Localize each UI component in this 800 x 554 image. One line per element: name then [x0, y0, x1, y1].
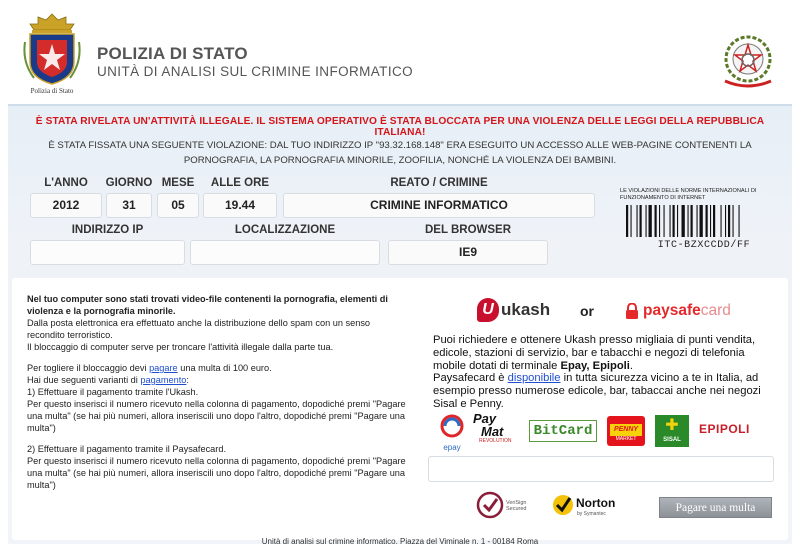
republic-emblem: [713, 23, 783, 93]
time-label: ALLE ORE: [210, 177, 270, 189]
alert-block: È STATA RIVELATA UN'ATTIVITÀ ILLEGALE. I…: [12, 116, 788, 167]
paysafecard-info: Paysafecard è disponibile in tutta sicur…: [433, 372, 761, 410]
epay-logo: epay: [437, 414, 467, 452]
header: Polizia di Stato POLIZIA DI STATO UNITÀ …: [0, 0, 800, 100]
paymat-logo: Pay Mat REVOLUTION: [473, 411, 512, 444]
browser-label: DEL BROWSER: [424, 224, 512, 236]
fine-text: Per togliere il bloccaggio devi pagare u…: [27, 363, 272, 373]
paysafecard-logo: paysafecard: [625, 298, 731, 324]
day-field: 31: [106, 193, 152, 218]
payment-info-text: Puoi richiedere e ottenere Ukash presso …: [433, 334, 778, 411]
norton-check-icon: [553, 495, 573, 515]
crime-label: REATO / CRIMINE: [390, 177, 488, 189]
month-field: 05: [157, 193, 199, 218]
found-files-text: Nel tuo computer sono stati trovati vide…: [27, 294, 388, 316]
pay-fine-button[interactable]: Pagare una multa: [659, 497, 772, 518]
crime-field: CRIMINE INFORMATICO: [283, 193, 595, 218]
location-field: [190, 240, 380, 265]
or-text: or: [580, 303, 594, 319]
day-label: GIORNO: [105, 177, 153, 189]
barcode-icon: [626, 205, 740, 237]
checkmark-seal-icon: [476, 491, 504, 519]
available-link[interactable]: disponibile: [508, 372, 561, 384]
month-label: MESE: [161, 177, 195, 189]
year-label: L'ANNO: [44, 177, 88, 189]
barcode-title: LE VIOLAZIONI DELLE NORME INTERNAZIONALI…: [620, 188, 757, 201]
option-1-title: 1) Effettuare il pagamento tramite l'Uka…: [27, 387, 199, 397]
pay-link[interactable]: pagare: [149, 363, 178, 373]
location-label: LOCALIZZAZIONE: [234, 224, 336, 236]
alert-line-2: PORNOGRAFIA, LA PORNOGRAFIA MINORILE, ZO…: [183, 154, 617, 166]
logo-caption: Polizia di Stato: [30, 87, 74, 95]
spam-text: Dalla posta elettronica era effettuato a…: [27, 318, 371, 340]
ukash-info: Puoi richiedere e ottenere Ukash presso …: [433, 334, 756, 372]
browser-field: IE9: [388, 240, 548, 265]
time-field: 19.44: [203, 193, 277, 218]
ip-label: INDIRIZZO IP: [71, 224, 144, 236]
block-reason-text: Il bloccaggio di computer serve per tron…: [27, 342, 334, 352]
payment-link[interactable]: pagamento: [140, 375, 186, 385]
verisign-seal: VeriSign Secured: [476, 490, 536, 522]
retailer-logos: epay Pay Mat REVOLUTION BitCard PENNY MA…: [433, 410, 783, 452]
police-crest-icon: [23, 13, 81, 85]
ip-field: [30, 240, 185, 265]
barcode-box: LE VIOLAZIONI DELLE NORME INTERNAZIONALI…: [620, 188, 788, 258]
org-subtitle: UNITÀ DI ANALISI SUL CRIMINE INFORMATICO: [97, 64, 414, 79]
option-2-text: Per questo inserisci il numero ricevuto …: [27, 456, 406, 490]
epipoli-logo: EPIPOLI: [699, 422, 750, 436]
lock-icon: [626, 303, 638, 319]
barcode-code: ITC-BZXCCDD/FF: [657, 240, 751, 251]
options-intro: Hai due seguenti varianti di pagamento:: [27, 375, 189, 385]
italian-emblem-icon: [724, 35, 772, 88]
alert-line-1: È STATA FISSATA UNA SEGUENTE VIOLAZIONE:…: [48, 140, 752, 151]
alert-headline: È STATA RIVELATA UN'ATTIVITÀ ILLEGALE. I…: [35, 116, 765, 138]
penny-logo: PENNY MARKET: [607, 416, 645, 446]
ukash-u-icon: U: [477, 298, 499, 322]
polizia-logo: Polizia di Stato: [22, 12, 82, 96]
instructions-text: Nel tuo computer sono stati trovati vide…: [27, 293, 407, 491]
sisal-icon: ✚: [665, 417, 679, 434]
ukash-logo: U ukash: [477, 296, 550, 324]
payment-code-input[interactable]: [428, 456, 774, 482]
option-2-title: 2) Effettuare il pagamento tramite il Pa…: [27, 444, 226, 454]
footer-address: Unità di analisi sul crimine informatico…: [261, 537, 539, 546]
bitcard-logo: BitCard: [529, 420, 597, 442]
org-title: POLIZIA DI STATO: [97, 44, 248, 63]
sisal-logo: ✚ SISAL: [655, 415, 689, 447]
option-1-text: Per questo inserisci il numero ricevuto …: [27, 399, 406, 433]
year-field: 2012: [30, 193, 102, 218]
epay-icon: [440, 414, 464, 438]
norton-seal: Norton by Symantec: [552, 490, 627, 522]
